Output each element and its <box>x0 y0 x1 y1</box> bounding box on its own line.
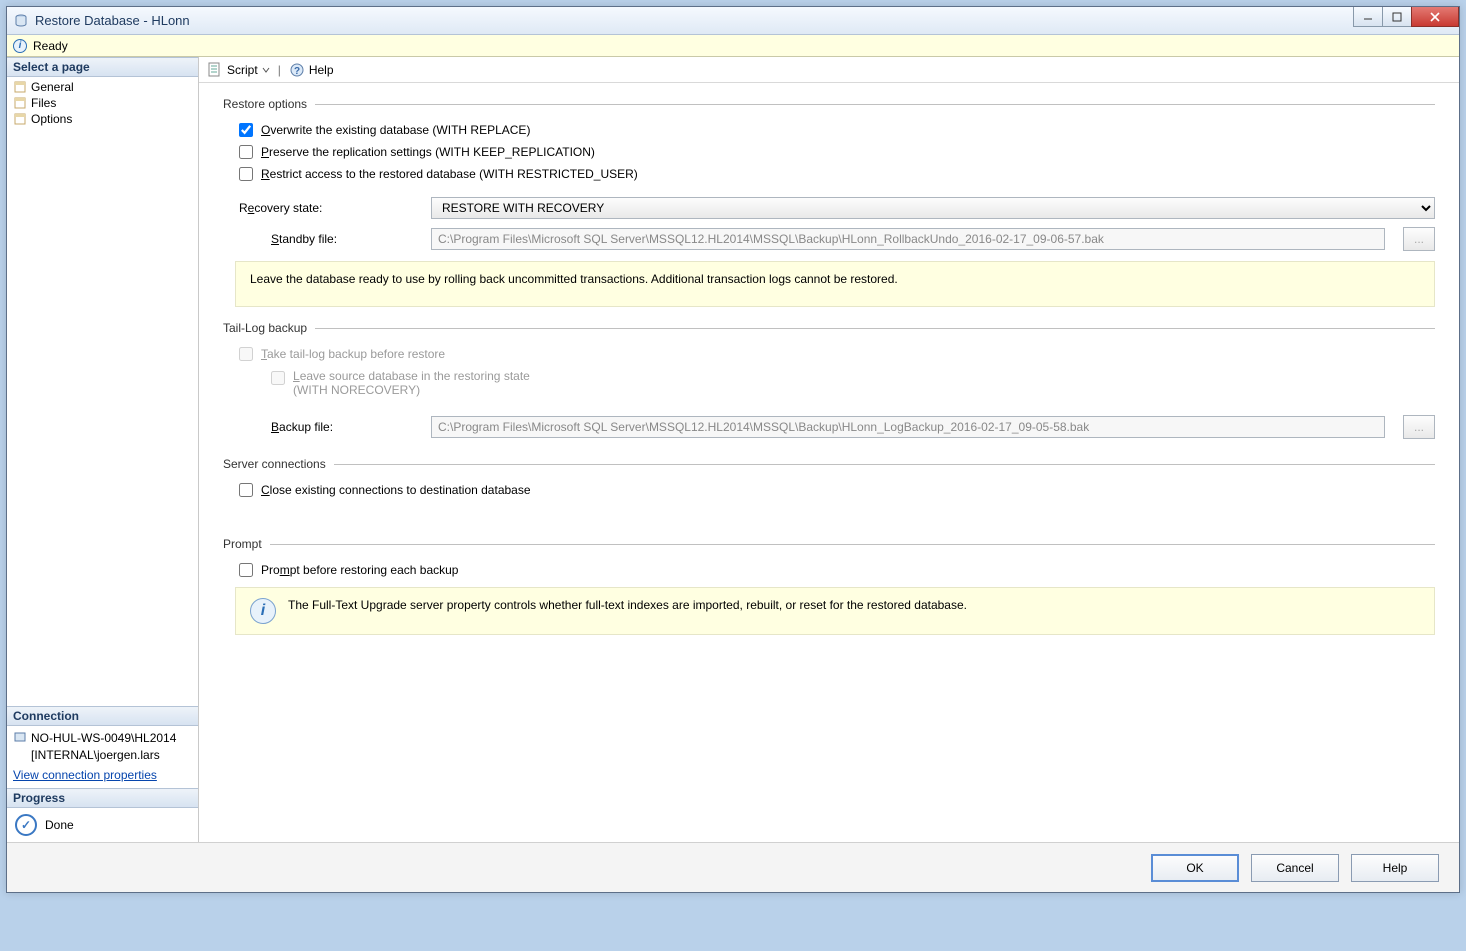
page-icon <box>13 80 27 94</box>
script-label: Script <box>227 63 258 77</box>
leave-restoring-label: Leave source database in the restoring s… <box>293 369 530 397</box>
group-title: Prompt <box>223 537 262 551</box>
toolbar-separator: | <box>278 63 281 77</box>
overwrite-label[interactable]: Overwrite the existing database (WITH RE… <box>261 123 530 137</box>
titlebar: Restore Database - HLonn <box>7 7 1459 35</box>
server-connections-group: Server connections Close existing connec… <box>223 457 1435 501</box>
standby-browse-button: ... <box>1403 227 1435 251</box>
backup-file-browse-button: ... <box>1403 415 1435 439</box>
backup-file-input <box>431 416 1385 438</box>
group-title: Restore options <box>223 97 307 111</box>
progress-status: Done <box>45 818 74 832</box>
select-page-header: Select a page <box>7 57 198 77</box>
leave-restoring-checkbox <box>271 371 285 385</box>
standby-file-input <box>431 228 1385 250</box>
script-icon <box>207 62 223 78</box>
standby-label: Standby file: <box>271 232 419 246</box>
window-title: Restore Database - HLonn <box>35 13 190 28</box>
maximize-button[interactable] <box>1382 7 1412 27</box>
take-taillog-checkbox <box>239 347 253 361</box>
connection-header: Connection <box>7 706 198 726</box>
help-label: Help <box>309 63 334 77</box>
status-bar: i Ready <box>7 35 1459 57</box>
close-connections-checkbox[interactable] <box>239 483 253 497</box>
restore-options-group: Restore options Overwrite the existing d… <box>223 97 1435 307</box>
group-title: Tail-Log backup <box>223 321 307 335</box>
chevron-down-icon <box>262 66 270 74</box>
status-text: Ready <box>33 39 68 53</box>
ok-button[interactable]: OK <box>1151 854 1239 882</box>
page-general[interactable]: General <box>9 79 196 95</box>
right-panel: Script | ? Help Restore options <box>199 57 1459 842</box>
fulltext-info-box: i The Full-Text Upgrade server property … <box>235 587 1435 635</box>
preserve-label[interactable]: Preserve the replication settings (WITH … <box>261 145 595 159</box>
recovery-state-select[interactable]: RESTORE WITH RECOVERY <box>431 197 1435 219</box>
group-title: Server connections <box>223 457 326 471</box>
restore-database-dialog: Restore Database - HLonn i Ready Select … <box>6 6 1460 893</box>
page-files[interactable]: Files <box>9 95 196 111</box>
connection-details: NO-HUL-WS-0049\HL2014 [INTERNAL\joergen.… <box>7 726 198 768</box>
server-icon <box>13 730 27 747</box>
help-button[interactable]: ? Help <box>289 62 334 78</box>
close-button[interactable] <box>1411 7 1459 27</box>
backup-file-label: Backup file: <box>271 420 419 434</box>
view-connection-properties-link[interactable]: View connection properties <box>7 768 198 782</box>
prompt-group: Prompt Prompt before restoring each back… <box>223 537 1435 635</box>
page-icon <box>13 96 27 110</box>
take-taillog-label: Take tail-log backup before restore <box>261 347 445 361</box>
done-check-icon: ✓ <box>15 814 37 836</box>
cancel-button[interactable]: Cancel <box>1251 854 1339 882</box>
close-connections-label[interactable]: Close existing connections to destinatio… <box>261 483 531 497</box>
app-icon <box>13 13 29 29</box>
help-icon: ? <box>289 62 305 78</box>
page-options[interactable]: Options <box>9 111 196 127</box>
page-label: General <box>31 80 74 94</box>
prompt-before-restore-label[interactable]: Prompt before restoring each backup <box>261 563 458 577</box>
button-bar: OK Cancel Help <box>7 842 1459 892</box>
page-label: Files <box>31 96 56 110</box>
tail-log-group: Tail-Log backup Take tail-log backup bef… <box>223 321 1435 443</box>
connection-server: NO-HUL-WS-0049\HL2014 <box>31 730 176 747</box>
info-icon: i <box>250 598 276 624</box>
recovery-info-text: Leave the database ready to use by rolli… <box>250 272 898 286</box>
progress-header: Progress <box>7 788 198 808</box>
info-icon: i <box>13 39 27 53</box>
connection-login: [INTERNAL\joergen.lars <box>13 747 192 764</box>
fulltext-info-text: The Full-Text Upgrade server property co… <box>288 598 967 612</box>
prompt-before-restore-checkbox[interactable] <box>239 563 253 577</box>
page-icon <box>13 112 27 126</box>
script-button[interactable]: Script <box>207 62 270 78</box>
restrict-checkbox[interactable] <box>239 167 253 181</box>
toolbar: Script | ? Help <box>199 57 1459 83</box>
recovery-info-box: Leave the database ready to use by rolli… <box>235 261 1435 307</box>
recovery-state-label: Recovery state: <box>239 201 419 215</box>
overwrite-checkbox[interactable] <box>239 123 253 137</box>
help-button-bottom[interactable]: Help <box>1351 854 1439 882</box>
preserve-checkbox[interactable] <box>239 145 253 159</box>
left-panel: Select a page General Files <box>7 57 199 842</box>
restrict-label[interactable]: Restrict access to the restored database… <box>261 167 638 181</box>
svg-text:?: ? <box>294 66 300 77</box>
page-label: Options <box>31 112 72 126</box>
minimize-button[interactable] <box>1353 7 1383 27</box>
